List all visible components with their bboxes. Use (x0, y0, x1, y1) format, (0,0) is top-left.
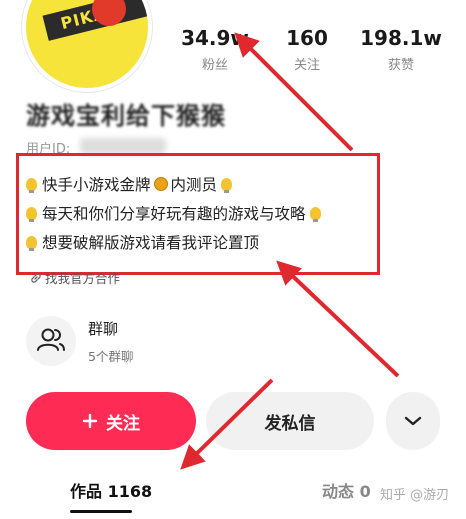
group-chat-count: 5个群聊 (88, 349, 134, 364)
username: 游戏宝利给下猴猴 (26, 102, 226, 130)
link-icon (31, 273, 41, 283)
watermark: 知乎 @游刃 (380, 488, 450, 503)
group-chat-title: 群聊 (88, 320, 119, 338)
bio-line-1: 快手小游戏金牌 内测员 (26, 173, 237, 195)
message-label: 发私信 (264, 413, 316, 434)
stat-following[interactable]: 160 关注 (262, 26, 352, 73)
bio-line-2-text: 每天和你们分享好玩有趣的游戏与攻略 (42, 205, 306, 223)
lightbulb-icon (26, 207, 37, 222)
lightbulb-icon (26, 236, 37, 251)
follow-button[interactable]: 关注 (26, 392, 196, 450)
user-id-redacted (80, 138, 166, 154)
bio-line-3: 想要破解版游戏请看我评论置顶 (26, 231, 259, 253)
bio-line-1-suffix: 内测员 (170, 176, 218, 194)
lightbulb-icon (221, 178, 233, 193)
following-count: 160 (286, 26, 328, 50)
official-cooperation-text: 找我官方合作 (45, 271, 121, 286)
group-icon (37, 328, 65, 351)
following-label: 关注 (293, 58, 320, 73)
chevron-down-icon (404, 416, 422, 426)
lightbulb-icon (309, 207, 321, 222)
tab-active-indicator (70, 510, 132, 513)
stat-followers[interactable]: 34.9w 粉丝 (170, 26, 260, 73)
stat-likes[interactable]: 198.1w 获赞 (356, 26, 446, 73)
bio-line-2: 每天和你们分享好玩有趣的游戏与攻略 (26, 202, 326, 224)
arrow-to-bio (276, 260, 400, 378)
plus-icon (82, 413, 98, 429)
avatar[interactable]: PIKA (22, 0, 152, 92)
bio-line-3-text: 想要破解版游戏请看我评论置顶 (42, 234, 260, 252)
message-button[interactable]: 发私信 (206, 392, 374, 450)
tab-dynamic[interactable]: 动态 0 (322, 478, 371, 502)
gold-medal-icon (153, 177, 168, 191)
followers-count: 34.9w (181, 26, 249, 50)
group-chat-button[interactable] (26, 316, 76, 366)
more-options-button[interactable] (386, 392, 440, 450)
lightbulb-icon (26, 178, 37, 193)
follow-label: 关注 (106, 413, 140, 434)
likes-label: 获赞 (387, 58, 414, 73)
bio-line-1-text: 快手小游戏金牌 (42, 176, 151, 194)
tab-works[interactable]: 作品 1168 (70, 478, 152, 502)
followers-label: 粉丝 (201, 58, 228, 73)
official-cooperation-link[interactable]: 找我官方合作 (30, 268, 120, 287)
likes-count: 198.1w (360, 26, 442, 50)
